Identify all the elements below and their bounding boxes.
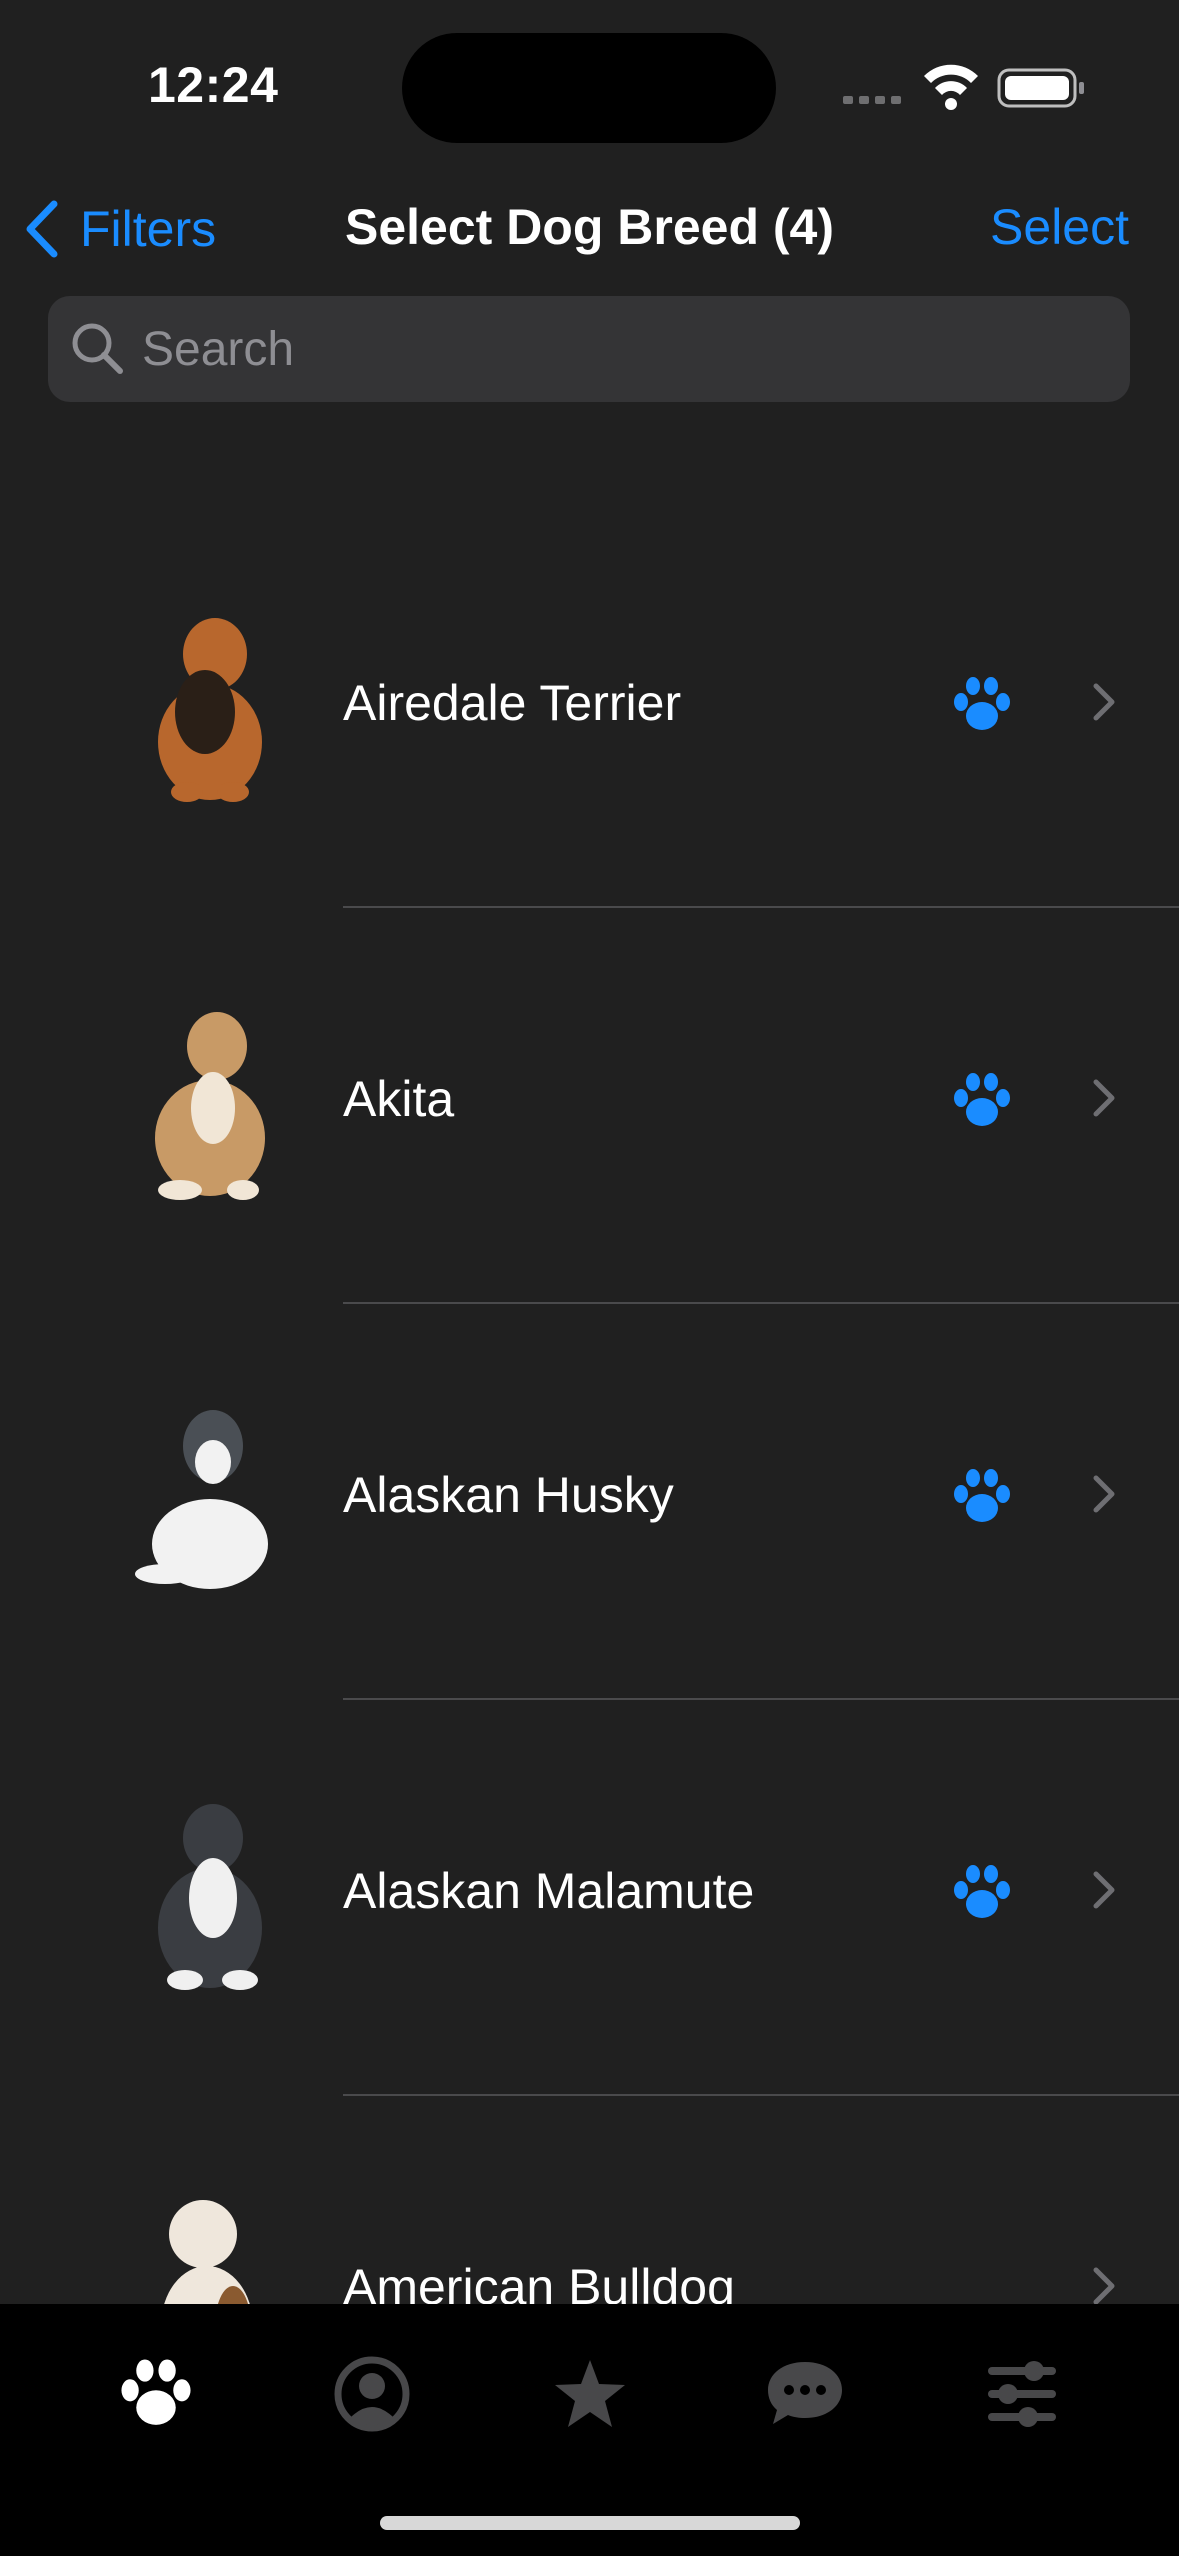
paw-icon <box>954 1073 1010 1126</box>
wifi-icon <box>924 64 978 110</box>
status-time: 12:24 <box>148 57 279 113</box>
paw-icon <box>121 2359 191 2425</box>
select-button[interactable]: Select <box>990 198 1129 256</box>
dog-photo <box>158 1804 262 1990</box>
list-item-alaskan-husky[interactable]: Alaskan Husky <box>0 1304 1179 1700</box>
chevron-right-icon <box>1093 2267 1115 2304</box>
list-item-akita[interactable]: Akita <box>0 908 1179 1304</box>
tab-settings[interactable] <box>972 2344 1072 2444</box>
battery-icon <box>997 68 1084 108</box>
status-indicators <box>843 64 1084 110</box>
search-bar[interactable] <box>48 295 1130 403</box>
dog-photo <box>155 1012 265 1200</box>
status-bar: 12:24 <box>0 0 1179 170</box>
tab-breeds[interactable] <box>106 2344 206 2444</box>
paw-icon <box>954 1469 1010 1522</box>
home-indicator <box>380 2516 800 2530</box>
chevron-right-icon <box>1093 1475 1115 1513</box>
cellular-icon <box>843 96 901 104</box>
star-icon <box>555 2360 625 2427</box>
dynamic-island <box>402 33 776 143</box>
breed-name: American Bulldog <box>343 2259 735 2304</box>
breed-name: Alaskan Malamute <box>343 1863 755 1919</box>
breed-list[interactable]: Airedale Terrier Akita Alaskan Husky Ala… <box>0 512 1179 2304</box>
dog-photo <box>135 1410 268 1589</box>
breed-name: Airedale Terrier <box>343 675 682 731</box>
list-item-american-bulldog[interactable]: American Bulldog <box>0 2096 1179 2304</box>
paw-icon <box>954 677 1010 730</box>
dog-photo <box>158 618 262 802</box>
search-input[interactable] <box>140 295 1130 403</box>
dog-photo <box>164 2200 250 2304</box>
chevron-right-icon <box>1093 683 1115 721</box>
nav-bar: Filters Select Dog Breed (4) Select <box>0 170 1179 285</box>
tab-messages[interactable] <box>755 2344 855 2444</box>
search-icon <box>72 323 123 374</box>
list-item-airedale-terrier[interactable]: Airedale Terrier <box>0 512 1179 908</box>
breed-name: Alaskan Husky <box>343 1467 674 1523</box>
chevron-right-icon <box>1093 1079 1115 1117</box>
chevron-right-icon <box>1093 1871 1115 1909</box>
breed-name: Akita <box>343 1071 455 1127</box>
list-item-alaskan-malamute[interactable]: Alaskan Malamute <box>0 1700 1179 2096</box>
sliders-icon <box>988 2361 1056 2427</box>
tab-profile[interactable] <box>322 2344 422 2444</box>
tab-favorites[interactable] <box>540 2344 640 2444</box>
profile-icon <box>334 2356 410 2432</box>
chat-icon <box>768 2362 842 2424</box>
status-icons <box>839 0 1179 170</box>
paw-icon <box>954 1865 1010 1918</box>
